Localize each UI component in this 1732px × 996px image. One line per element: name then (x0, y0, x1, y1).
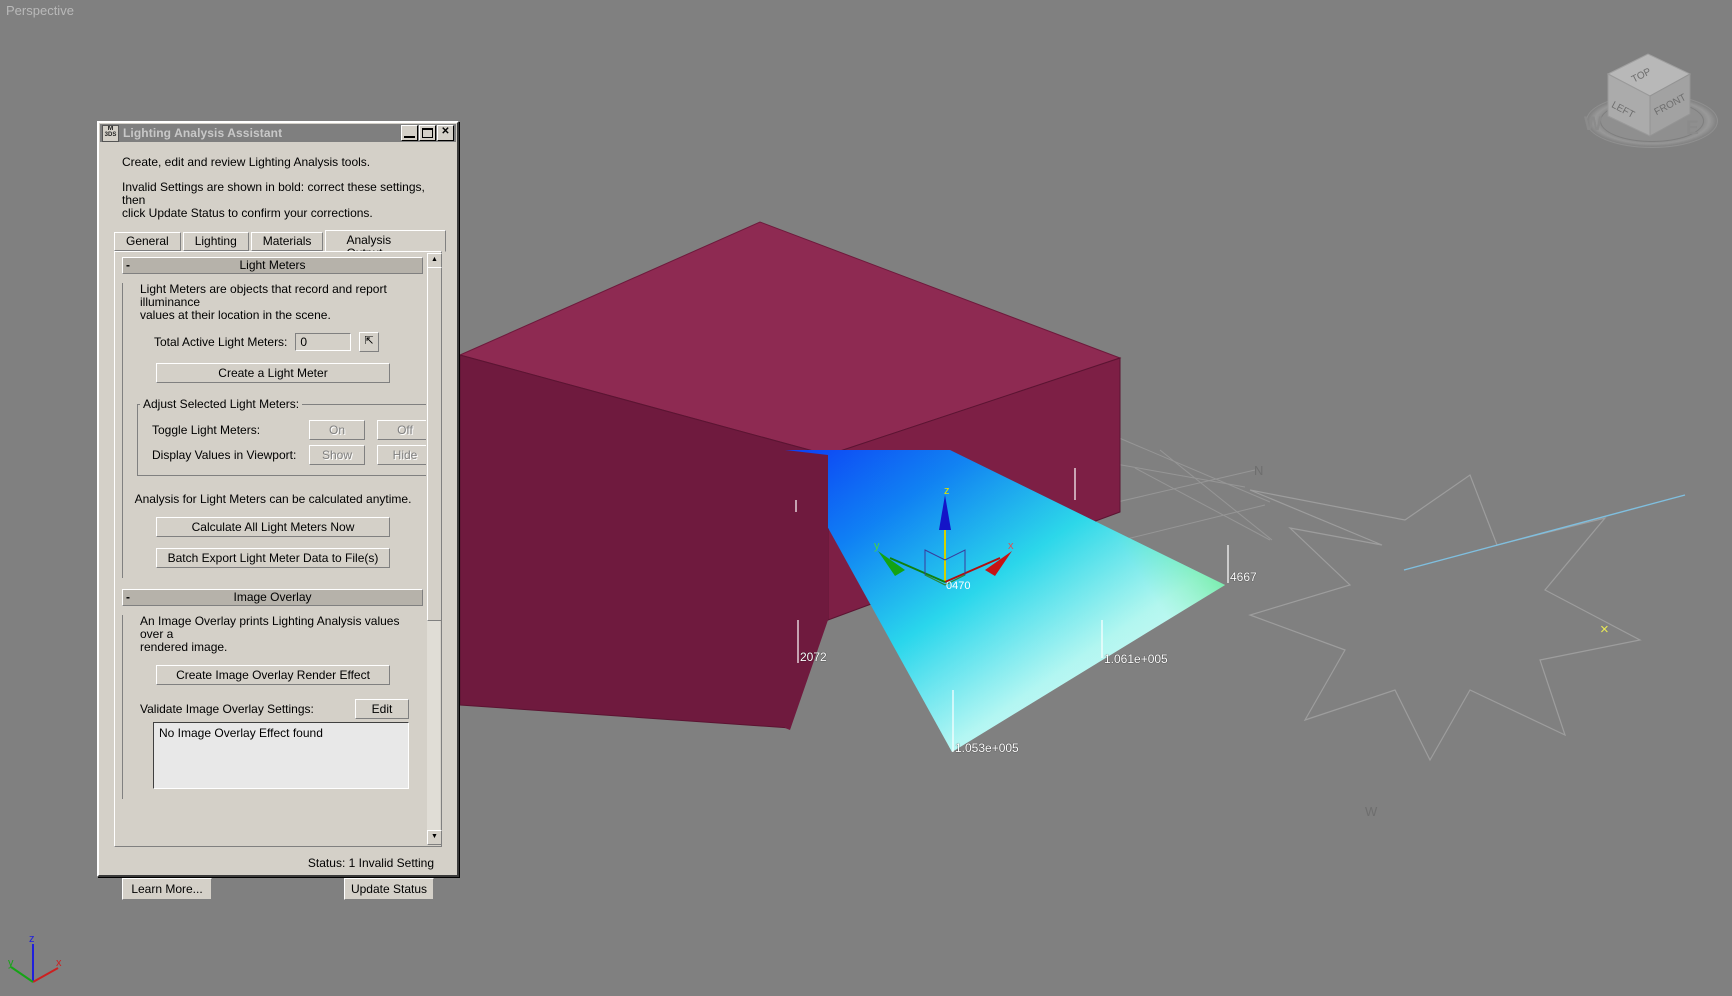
svg-text:x: x (56, 957, 62, 969)
light-meters-desc-2: values at their location in the scene. (140, 308, 331, 322)
display-show-button[interactable]: Show (309, 445, 365, 465)
tab-lighting[interactable]: Lighting (182, 232, 249, 251)
light-meter-picker-button[interactable]: ⇱ (359, 332, 380, 352)
tab-materials[interactable]: Materials (250, 232, 324, 251)
maximize-button[interactable] (419, 125, 436, 141)
intro-line-2: Invalid Settings are shown in bold: corr… (122, 180, 425, 207)
lighting-analysis-assistant-dialog[interactable]: M 3DS Lighting Analysis Assistant ✕ Creat… (97, 121, 459, 900)
adjust-group-legend: Adjust Selected Light Meters: (143, 397, 300, 411)
compass-west-label: W (1365, 804, 1378, 819)
light-meters-desc-1: Light Meters are objects that record and… (140, 282, 387, 309)
rollout-title-image-overlay: Image Overlay (233, 590, 312, 604)
intro-line-3: click Update Status to confirm your corr… (122, 206, 373, 220)
validate-image-overlay-settings-label: Validate Image Overlay Settings: (140, 702, 314, 716)
toggle-off-button[interactable]: Off (377, 420, 426, 440)
dialog-title: Lighting Analysis Assistant (123, 126, 283, 140)
rollout-title-light-meters: Light Meters (239, 258, 306, 272)
total-active-light-meters-label: Total Active Light Meters: (154, 335, 288, 349)
toggle-on-button[interactable]: On (309, 420, 365, 440)
batch-export-light-meter-data-button[interactable]: Batch Export Light Meter Data to File(s) (156, 548, 390, 568)
svg-text:×: × (1600, 621, 1609, 638)
image-overlay-desc-1: An Image Overlay prints Lighting Analysi… (140, 614, 400, 641)
adjust-selected-light-meters-group: Adjust Selected Light Meters: Toggle Lig… (137, 397, 426, 476)
total-active-light-meters-field[interactable]: 0 (295, 333, 352, 351)
rollout-scroll-area: - Light Meters Light Meters are objects … (117, 254, 426, 844)
calculate-all-light-meters-button[interactable]: Calculate All Light Meters Now (156, 517, 390, 537)
close-button[interactable]: ✕ (437, 125, 454, 141)
dialog-titlebar[interactable]: M 3DS Lighting Analysis Assistant ✕ (100, 124, 456, 142)
dialog-footer: Learn More... Update Status (122, 878, 434, 900)
light-meter-value-2: 1.053e+005 (955, 741, 1019, 755)
scrollbar-thumb[interactable] (427, 267, 442, 621)
rollout-body-image-overlay: An Image Overlay prints Lighting Analysi… (122, 615, 423, 799)
svg-text:z: z (944, 485, 950, 497)
scroll-up-arrow[interactable]: ▲ (427, 253, 442, 268)
validation-message-box: No Image Overlay Effect found (153, 722, 409, 789)
compass-north-label: N (1254, 463, 1264, 478)
toggle-light-meters-label: Toggle Light Meters: (152, 423, 261, 437)
create-a-light-meter-button[interactable]: Create a Light Meter (156, 363, 390, 383)
update-status-button[interactable]: Update Status (344, 878, 434, 900)
status-text: Status: 1 Invalid Setting (307, 856, 434, 870)
analysis-anytime-note: Analysis for Light Meters can be calcula… (134, 492, 412, 506)
app-icon: M 3DS (102, 124, 119, 142)
svg-text:y: y (874, 540, 880, 552)
cursor-icon: ⇱ (364, 335, 374, 347)
minimize-button[interactable] (401, 125, 418, 141)
display-values-label: Display Values in Viewport: (152, 448, 297, 462)
rollout-body-light-meters: Light Meters are objects that record and… (122, 282, 426, 578)
collapse-icon-image-overlay[interactable]: - (126, 590, 130, 605)
rollout-header-image-overlay[interactable]: - Image Overlay (122, 589, 423, 606)
learn-more-button[interactable]: Learn More... (122, 878, 212, 900)
axis-tripod: z x y (8, 933, 62, 983)
tab-panel: - Light Meters Light Meters are objects … (114, 251, 442, 847)
create-image-overlay-render-effect-button[interactable]: Create Image Overlay Render Effect (156, 665, 390, 685)
svg-text:z: z (29, 933, 35, 945)
svg-text:x: x (1008, 540, 1014, 552)
panel-scrollbar[interactable]: ▲ ▼ (427, 253, 442, 845)
svg-text:y: y (8, 957, 14, 969)
tab-analysis-output[interactable]: Analysis Output (325, 230, 446, 260)
edit-button[interactable]: Edit (355, 699, 409, 719)
light-meter-value-4: 4667 (1230, 570, 1257, 584)
view-cube-shape[interactable]: TOP LEFT FRONT (1578, 36, 1728, 156)
scroll-down-arrow[interactable]: ▼ (427, 830, 442, 845)
rollout-header-light-meters[interactable]: - Light Meters (122, 257, 423, 274)
validation-message-text: No Image Overlay Effect found (159, 726, 323, 740)
view-cube[interactable]: W E TOP LEFT FRONT (1578, 36, 1728, 156)
collapse-icon[interactable]: - (126, 258, 130, 273)
light-meter-value-3: 1.061e+005 (1104, 652, 1168, 666)
tab-bar[interactable]: General Lighting Materials Analysis Outp… (114, 230, 448, 260)
tab-general[interactable]: General (114, 232, 181, 251)
image-overlay-desc-2: rendered image. (140, 640, 228, 654)
svg-text:0470: 0470 (946, 580, 970, 592)
display-hide-button[interactable]: Hide (377, 445, 426, 465)
intro-line-1: Create, edit and review Lighting Analysi… (122, 155, 371, 169)
light-meter-value-1: 2072 (800, 650, 827, 664)
